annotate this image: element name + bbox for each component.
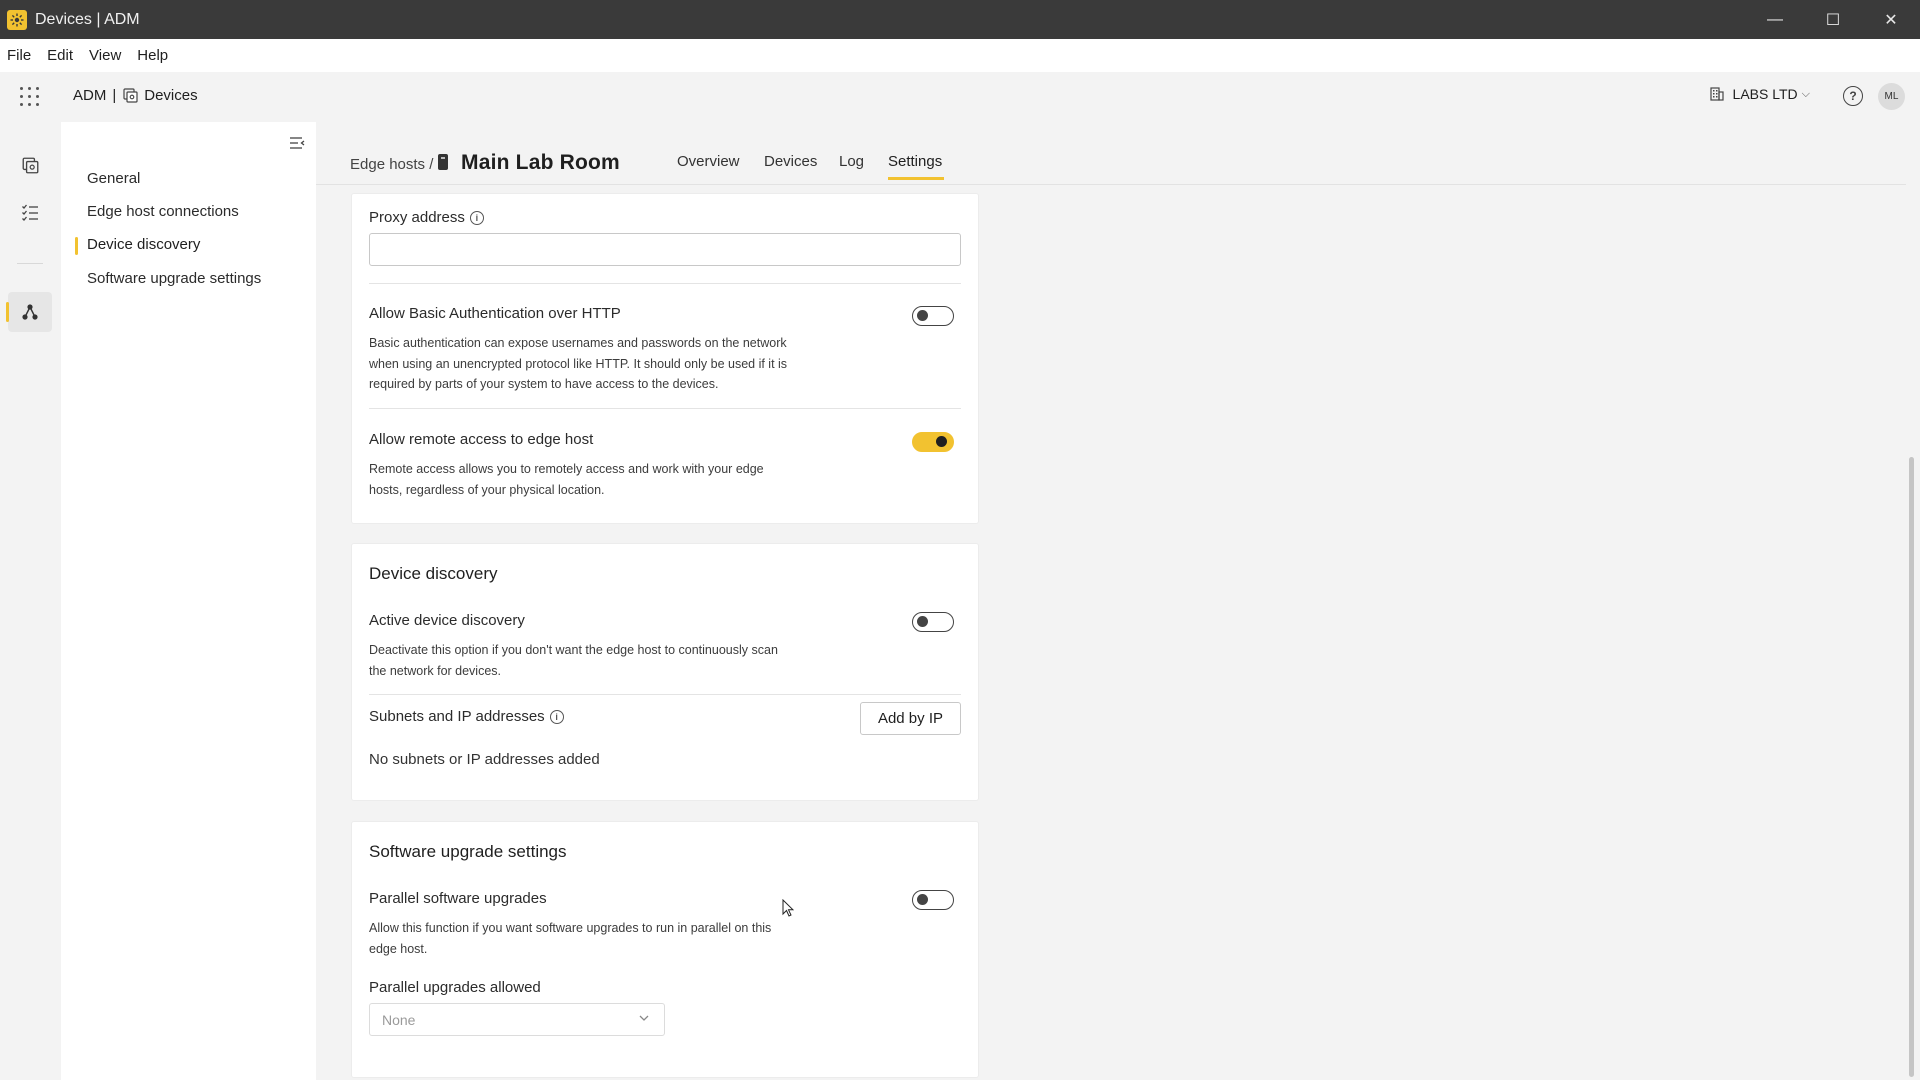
brand-separator: |	[112, 87, 117, 104]
parallel-allowed-label: Parallel upgrades allowed	[369, 979, 541, 996]
icon-rail	[0, 122, 60, 1080]
tab-devices[interactable]: Devices	[764, 153, 817, 170]
parallel-upgrades-toggle[interactable]	[912, 890, 954, 910]
device-discovery-card: Device discovery Active device discovery…	[352, 544, 978, 800]
basic-auth-description: Basic authentication can expose username…	[369, 336, 788, 391]
rail-divider	[17, 263, 43, 264]
mouse-cursor-icon	[782, 899, 794, 917]
basic-auth-toggle[interactable]	[912, 306, 954, 326]
software-upgrade-title: Software upgrade settings	[369, 842, 567, 861]
menu-file[interactable]: File	[7, 47, 31, 64]
active-discovery-label: Active device discovery	[369, 612, 525, 629]
minimize-button[interactable]: —	[1746, 0, 1804, 39]
edge-host-connections-card: Proxy address i Allow Basic Authenticatio…	[352, 194, 978, 523]
subnets-empty-state: No subnets or IP addresses added	[369, 751, 600, 768]
chevron-down-icon: ⌵	[1801, 87, 1810, 100]
collapse-panel-icon[interactable]	[288, 134, 306, 152]
main-content: Edge hosts / Main Lab Room Overview Devi…	[316, 122, 1916, 1080]
remote-access-toggle[interactable]	[912, 432, 954, 452]
software-upgrade-card: Software upgrade settings Parallel softw…	[352, 822, 978, 1077]
org-switcher[interactable]: LABS LTD ⌵	[1709, 86, 1810, 102]
nav-item-software-upgrade-settings[interactable]: Software upgrade settings	[87, 270, 261, 287]
breadcrumb-edge-hosts[interactable]: Edge hosts /	[350, 156, 433, 173]
building-icon	[1709, 87, 1724, 101]
section-name[interactable]: Devices	[144, 87, 197, 104]
app-launcher-icon[interactable]	[20, 87, 40, 107]
settings-nav: General Edge host connections Device dis…	[61, 122, 316, 1080]
title-bar: Devices | ADM — ☐ ✕	[0, 0, 1920, 39]
maximize-button[interactable]: ☐	[1804, 0, 1862, 39]
divider	[369, 283, 961, 284]
app-breadcrumb: ADM | Devices	[73, 87, 198, 104]
app-logo-icon	[7, 9, 27, 30]
org-name: LABS LTD	[1732, 86, 1798, 102]
window-title: Devices | ADM	[35, 10, 140, 28]
proxy-address-input[interactable]	[369, 233, 961, 266]
rail-devices[interactable]	[8, 145, 52, 185]
help-icon[interactable]: ?	[1843, 86, 1863, 106]
info-icon[interactable]: i	[549, 710, 564, 724]
nav-item-device-discovery[interactable]: Device discovery	[87, 236, 200, 253]
nav-item-general[interactable]: General	[87, 170, 140, 187]
active-tab-indicator	[888, 177, 944, 180]
menu-edit[interactable]: Edit	[47, 47, 73, 64]
close-button[interactable]: ✕	[1862, 0, 1920, 39]
brand-name[interactable]: ADM	[73, 87, 106, 104]
edge-host-icon	[438, 154, 448, 170]
divider	[369, 408, 961, 409]
tab-overview[interactable]: Overview	[677, 153, 740, 170]
chevron-down-icon	[639, 1015, 649, 1021]
divider	[369, 694, 961, 695]
parallel-upgrades-label: Parallel software upgrades	[369, 890, 547, 907]
nav-item-edge-host-connections[interactable]: Edge host connections	[87, 203, 239, 220]
rail-edge-hosts[interactable]	[6, 292, 52, 332]
nav-active-indicator	[75, 237, 78, 255]
active-discovery-description: Deactivate this option if you don't want…	[369, 643, 778, 678]
menu-bar: File Edit View Help	[0, 39, 1920, 72]
tab-settings[interactable]: Settings	[888, 153, 942, 170]
menu-help[interactable]: Help	[137, 47, 168, 64]
menu-view[interactable]: View	[89, 47, 121, 64]
checklist-icon	[22, 204, 38, 221]
avatar[interactable]: ML	[1878, 83, 1905, 110]
app-header: ADM | Devices LABS LTD ⌵ ? ML	[0, 72, 1920, 122]
parallel-allowed-value: None	[382, 1011, 416, 1028]
scrollbar-thumb[interactable]	[1909, 457, 1914, 1077]
remote-access-description: Remote access allows you to remotely acc…	[369, 462, 764, 497]
parallel-allowed-select[interactable]: None	[369, 1003, 665, 1036]
page-title: Main Lab Room	[461, 151, 620, 174]
page-header: Edge hosts / Main Lab Room Overview Devi…	[316, 122, 1916, 185]
scrollbar[interactable]	[1906, 122, 1916, 1080]
basic-auth-label: Allow Basic Authentication over HTTP	[369, 305, 621, 322]
active-discovery-toggle[interactable]	[912, 612, 954, 632]
subnets-label: Subnets and IP addresses i	[369, 708, 564, 725]
devices-icon	[22, 157, 38, 173]
device-discovery-title: Device discovery	[369, 564, 498, 583]
network-nodes-icon	[22, 304, 38, 320]
devices-icon	[123, 88, 138, 103]
parallel-upgrades-description: Allow this function if you want software…	[369, 921, 772, 956]
info-icon[interactable]: i	[469, 211, 484, 225]
rail-tasks[interactable]	[8, 192, 52, 232]
tab-log[interactable]: Log	[839, 153, 864, 170]
remote-access-label: Allow remote access to edge host	[369, 431, 594, 448]
add-by-ip-button[interactable]: Add by IP	[859, 702, 961, 735]
proxy-address-label: Proxy address i	[369, 209, 484, 226]
